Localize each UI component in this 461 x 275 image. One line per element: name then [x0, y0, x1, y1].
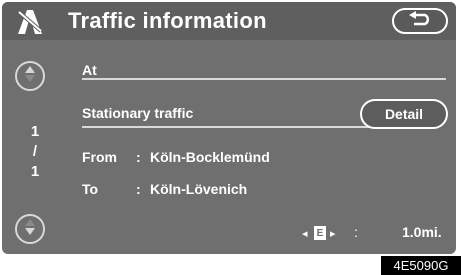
back-button[interactable] [392, 8, 448, 34]
distance-value: 1.0mi. [402, 224, 442, 240]
page-separator: / [32, 143, 38, 160]
page-total: 1 [30, 163, 40, 180]
return-arrow-icon [406, 10, 434, 32]
at-underline [82, 78, 446, 80]
from-label: From [82, 149, 117, 165]
at-label: At [82, 62, 97, 78]
title-bar: Traffic information [2, 2, 456, 40]
scroll-up-button[interactable] [15, 61, 45, 91]
page-counter: 1 / 1 [28, 122, 42, 182]
direction-left-arrow: ◂ [302, 228, 308, 240]
scroll-down-icon [23, 218, 37, 241]
image-code-label: 4E5090G [381, 256, 461, 275]
detail-button[interactable]: Detail [360, 99, 448, 129]
traffic-info-screen: Traffic information 1 / 1 At Stationary … [2, 2, 456, 254]
scroll-up-icon [23, 65, 37, 88]
distance-colon: : [354, 224, 358, 240]
scroll-down-button[interactable] [15, 214, 45, 244]
direction-right-arrow: ▸ [330, 228, 336, 240]
to-colon: : [136, 181, 141, 197]
direction-indicator: E [314, 226, 326, 240]
page-current: 1 [30, 123, 40, 140]
navigation-road-icon [16, 9, 44, 35]
from-colon: : [136, 149, 141, 165]
from-value: Köln-Bocklemünd [150, 149, 270, 165]
traffic-cause: Stationary traffic [82, 105, 194, 121]
to-label: To [82, 181, 99, 197]
to-value: Köln-Lövenich [150, 181, 248, 197]
cause-underline [82, 126, 378, 128]
page-title: Traffic information [68, 8, 267, 33]
